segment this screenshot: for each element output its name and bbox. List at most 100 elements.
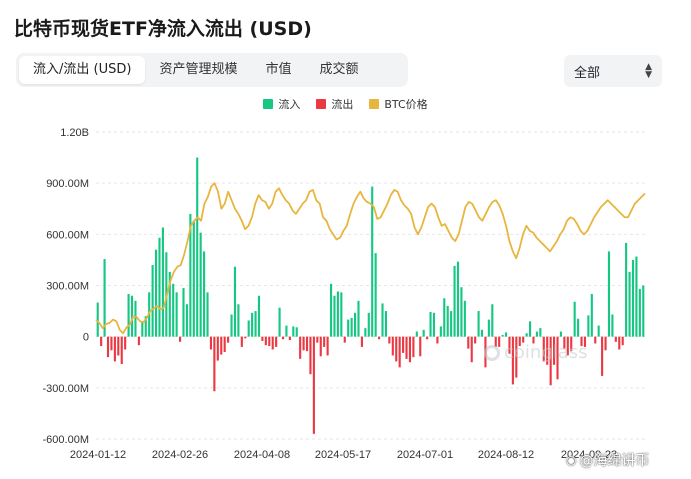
outflow-bar bbox=[312, 336, 315, 434]
inflow-bar bbox=[501, 334, 504, 337]
inflow-bar bbox=[491, 304, 494, 337]
inflow-bar bbox=[371, 186, 374, 337]
outflow-bar bbox=[402, 336, 405, 353]
inflow-bar bbox=[460, 287, 463, 337]
btc-price-line bbox=[95, 182, 646, 335]
y-tick-label: 0 bbox=[83, 332, 89, 344]
inflow-bar bbox=[628, 271, 631, 337]
inflow-bar bbox=[237, 304, 240, 337]
inflow-bar bbox=[230, 314, 233, 337]
outflow-bar bbox=[398, 336, 401, 368]
coinglass-logo-text: coinglass bbox=[504, 342, 588, 363]
outflow-bar bbox=[426, 336, 429, 340]
outflow-bar bbox=[220, 336, 223, 355]
outflow-bar bbox=[604, 336, 607, 351]
outflow-bar bbox=[388, 336, 391, 344]
inflow-bar bbox=[199, 232, 202, 337]
x-tick-label: 2024-05-17 bbox=[315, 449, 371, 461]
outflow-bar bbox=[113, 336, 116, 362]
inflow-bar bbox=[206, 292, 209, 337]
inflow-bar bbox=[415, 331, 418, 337]
flow-bars bbox=[96, 157, 645, 434]
outflow-bar bbox=[216, 336, 219, 361]
inflow-bar bbox=[257, 295, 261, 337]
inflow-bar bbox=[175, 292, 178, 337]
outflow-bar bbox=[117, 336, 120, 356]
outflow-bar bbox=[281, 336, 285, 340]
inflow-bar bbox=[590, 294, 593, 337]
inflow-bar bbox=[480, 329, 484, 337]
weibo-handle: @海绵讲币 bbox=[579, 453, 650, 469]
inflow-bar bbox=[453, 265, 456, 337]
inflow-bar bbox=[539, 328, 542, 337]
inflow-bar bbox=[635, 256, 638, 337]
inflow-bar bbox=[456, 261, 460, 337]
inflow-bar bbox=[477, 311, 480, 337]
inflow-bar bbox=[367, 312, 370, 337]
inflow-bar bbox=[295, 327, 298, 337]
inflow-bar bbox=[631, 259, 635, 337]
inflow-bar bbox=[357, 300, 360, 337]
y-tick-label: 900.00M bbox=[46, 178, 89, 190]
outflow-bar bbox=[302, 336, 305, 351]
y-tick-label: 300.00M bbox=[46, 281, 89, 293]
x-axis-ticks: 2024-01-12 2024-02-26 2024-04-08 2024-05-17… bbox=[70, 449, 617, 461]
inflow-bar bbox=[535, 331, 538, 337]
outflow-bar bbox=[264, 336, 267, 346]
outflow-bar bbox=[474, 336, 477, 344]
etf-flow-chart: 1.20B 900.00M 600.00M 300.00M 0 -300.00M -600.… bbox=[43, 127, 646, 461]
outflow-bar bbox=[319, 336, 322, 357]
outflow-bar bbox=[137, 336, 140, 346]
inflow-bar bbox=[233, 266, 237, 337]
inflow-bar bbox=[463, 300, 466, 337]
x-tick-label: 2024-08-12 bbox=[478, 449, 534, 461]
inflow-bar bbox=[638, 288, 641, 337]
outflow-bar bbox=[100, 336, 103, 347]
outflow-bar bbox=[268, 336, 271, 347]
inflow-bar bbox=[161, 227, 164, 337]
inflow-bar bbox=[559, 331, 562, 337]
inflow-bar bbox=[127, 294, 130, 337]
outflow-bar bbox=[110, 336, 113, 351]
y-tick-label: 1.20B bbox=[60, 127, 89, 139]
inflow-bar bbox=[292, 326, 295, 337]
outflow-bar bbox=[360, 336, 363, 347]
inflow-bar bbox=[158, 237, 161, 337]
inflow-bar bbox=[354, 312, 357, 337]
inflow-bar bbox=[151, 265, 154, 337]
inflow-bar bbox=[422, 329, 425, 337]
outflow-bar bbox=[343, 336, 346, 343]
inflow-bar bbox=[429, 311, 432, 337]
inflow-bar bbox=[141, 322, 144, 337]
outflow-bar bbox=[309, 336, 312, 375]
inflow-bar bbox=[525, 333, 528, 337]
outflow-bar bbox=[467, 336, 470, 349]
inflow-bar bbox=[487, 319, 490, 337]
outflow-bar bbox=[618, 336, 621, 350]
outflow-bar bbox=[378, 336, 381, 340]
outflow-bar bbox=[470, 336, 473, 363]
inflow-bar bbox=[625, 242, 628, 337]
outflow-bar bbox=[323, 336, 326, 347]
inflow-bar bbox=[587, 315, 590, 337]
inflow-bar bbox=[573, 301, 576, 337]
inflow-bar bbox=[340, 292, 343, 337]
inflow-bar bbox=[381, 303, 384, 337]
inflow-bar bbox=[247, 320, 250, 337]
outflow-bar bbox=[271, 336, 274, 350]
inflow-bar bbox=[607, 251, 611, 337]
inflow-bar bbox=[254, 311, 257, 337]
x-tick-label: 2024-02-26 bbox=[152, 449, 208, 461]
outflow-bar bbox=[275, 336, 278, 347]
outflow-bar bbox=[436, 336, 439, 344]
outflow-bar bbox=[124, 336, 127, 350]
inflow-bar bbox=[182, 288, 185, 337]
inflow-bar bbox=[196, 157, 199, 337]
outflow-bar bbox=[395, 336, 398, 362]
weibo-icon: ◉ bbox=[566, 453, 577, 467]
inflow-bar bbox=[577, 318, 580, 337]
inflow-bar bbox=[285, 325, 288, 337]
outflow-bar bbox=[213, 336, 216, 392]
inflow-bar bbox=[528, 321, 532, 337]
inflow-bar bbox=[154, 249, 158, 337]
